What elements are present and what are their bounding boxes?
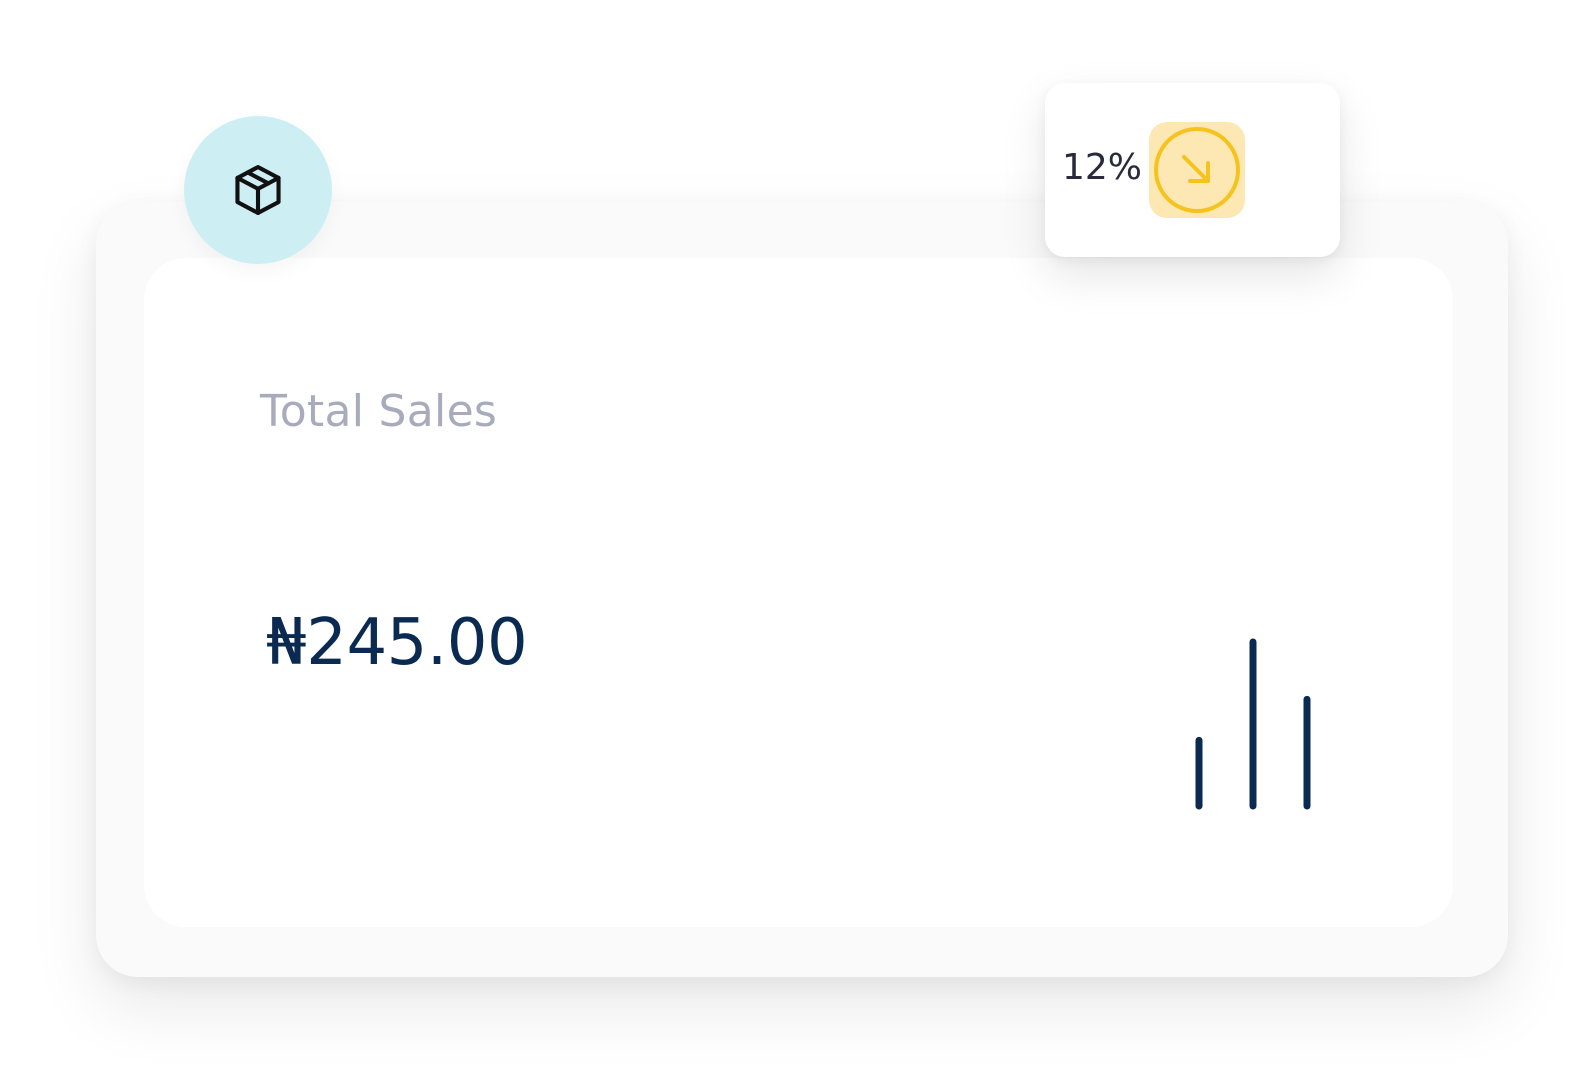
- change-badge: 12%: [1045, 83, 1340, 257]
- change-percent: 12%: [1062, 147, 1143, 188]
- sales-card: Total Sales ₦245.00: [96, 202, 1508, 977]
- arrow-down-right-circle-icon: [1154, 127, 1240, 213]
- package-box-icon: [235, 164, 281, 216]
- trend-indicator: [1149, 122, 1245, 218]
- icon-circle: [184, 116, 332, 264]
- sales-card-body: Total Sales ₦245.00: [144, 258, 1453, 927]
- mini-bar-chart: [1195, 638, 1311, 810]
- card-title: Total Sales: [260, 386, 498, 437]
- total-sales-amount: ₦245.00: [266, 606, 528, 680]
